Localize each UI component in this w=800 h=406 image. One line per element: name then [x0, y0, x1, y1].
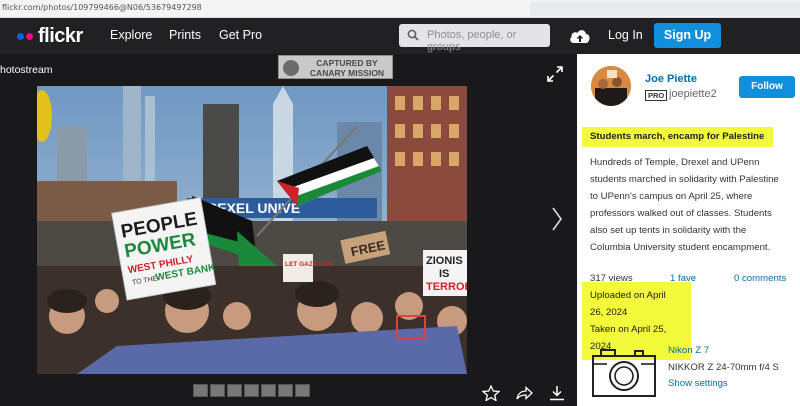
nav-get-pro[interactable]: Get Pro — [219, 28, 262, 42]
uploaded-date: Uploaded on April 26, 2024 — [590, 290, 666, 318]
protest-photo-illustration: DREXEL UNIVE PEOPLE POWER WEST PHILLY TO… — [37, 86, 467, 374]
thumbnail[interactable] — [261, 384, 276, 397]
thumbnail[interactable] — [244, 384, 259, 397]
nav-prints[interactable]: Prints — [169, 28, 201, 42]
sign-zionism-2: IS — [439, 268, 449, 280]
search-input[interactable]: Photos, people, or groups — [399, 24, 550, 53]
lens-info: NIKKOR Z 24-70mm f/4 S — [668, 362, 779, 373]
camera-icon — [592, 349, 656, 397]
watermark-line-1: CAPTURED BY — [316, 58, 378, 68]
flickr-logo[interactable]: flickr — [17, 25, 83, 47]
comments-link[interactable]: 0 comments — [734, 273, 786, 284]
avatar-image — [591, 66, 631, 106]
camera-model-link[interactable]: Nikon Z 7 — [668, 345, 709, 356]
search-placeholder: Photos, people, or groups — [427, 29, 517, 53]
browser-url[interactable]: flickr.com/photos/109799466@N06/53679497… — [2, 3, 202, 12]
watermark-line-2: CANARY MISSION — [309, 68, 385, 78]
username-link[interactable]: Joe Piette — [645, 73, 697, 85]
photo-viewer: hotostream CAPTURED BY CANARY MISSION DR… — [0, 54, 577, 406]
thumbnail[interactable] — [227, 384, 242, 397]
pro-badge: PRO — [645, 90, 668, 101]
logo-pink-dot-icon — [26, 32, 33, 40]
fave-star-icon[interactable] — [482, 385, 500, 401]
share-arrow-icon[interactable] — [515, 385, 533, 401]
site-header: flickr Explore Prints Get Pro Photos, pe… — [0, 18, 800, 54]
photo-description: Hundreds of Temple, Drexel and UPenn stu… — [590, 157, 779, 253]
thumbnail-strip — [193, 384, 310, 397]
next-photo-arrow-icon[interactable] — [550, 206, 564, 232]
signup-button[interactable]: Sign Up — [654, 23, 721, 48]
search-icon — [407, 29, 419, 41]
thumbnail[interactable] — [193, 384, 208, 397]
avatar[interactable] — [591, 66, 631, 106]
expand-fullscreen-icon[interactable] — [547, 66, 563, 82]
nav-explore[interactable]: Explore — [110, 28, 152, 42]
watermark-logo-icon — [283, 60, 299, 76]
browser-url-bar[interactable]: flickr.com/photos/109799466@N06/53679497… — [0, 0, 800, 18]
logo-text: flickr — [38, 25, 83, 47]
photo-title: Students march, encamp for Palestine — [582, 127, 774, 147]
show-settings-link[interactable]: Show settings — [668, 378, 728, 389]
sign-zionism-3: TERROR — [426, 281, 467, 293]
user-handle[interactable]: joepiette2 — [669, 88, 717, 100]
sign-let-gaza-live: LET GAZA LIVE — [285, 261, 334, 268]
upload-cloud-icon[interactable] — [568, 27, 592, 45]
watermark-badge: CAPTURED BY CANARY MISSION — [278, 55, 393, 79]
thumbnail[interactable] — [210, 384, 225, 397]
login-link[interactable]: Log In — [608, 28, 643, 42]
photo-info-sidebar: Joe Piette PRO joepiette2 Follow Student… — [577, 54, 800, 406]
photostream-breadcrumb[interactable]: hotostream — [0, 64, 53, 76]
sign-zionism-1: ZIONIS — [426, 255, 463, 267]
browser-toolbar — [530, 2, 800, 16]
download-icon[interactable] — [548, 385, 566, 401]
thumbnail[interactable] — [278, 384, 293, 397]
main-photo[interactable]: DREXEL UNIVE PEOPLE POWER WEST PHILLY TO… — [37, 86, 467, 374]
thumbnail[interactable] — [295, 384, 310, 397]
follow-button[interactable]: Follow — [739, 76, 795, 98]
logo-blue-dot-icon — [17, 32, 24, 40]
